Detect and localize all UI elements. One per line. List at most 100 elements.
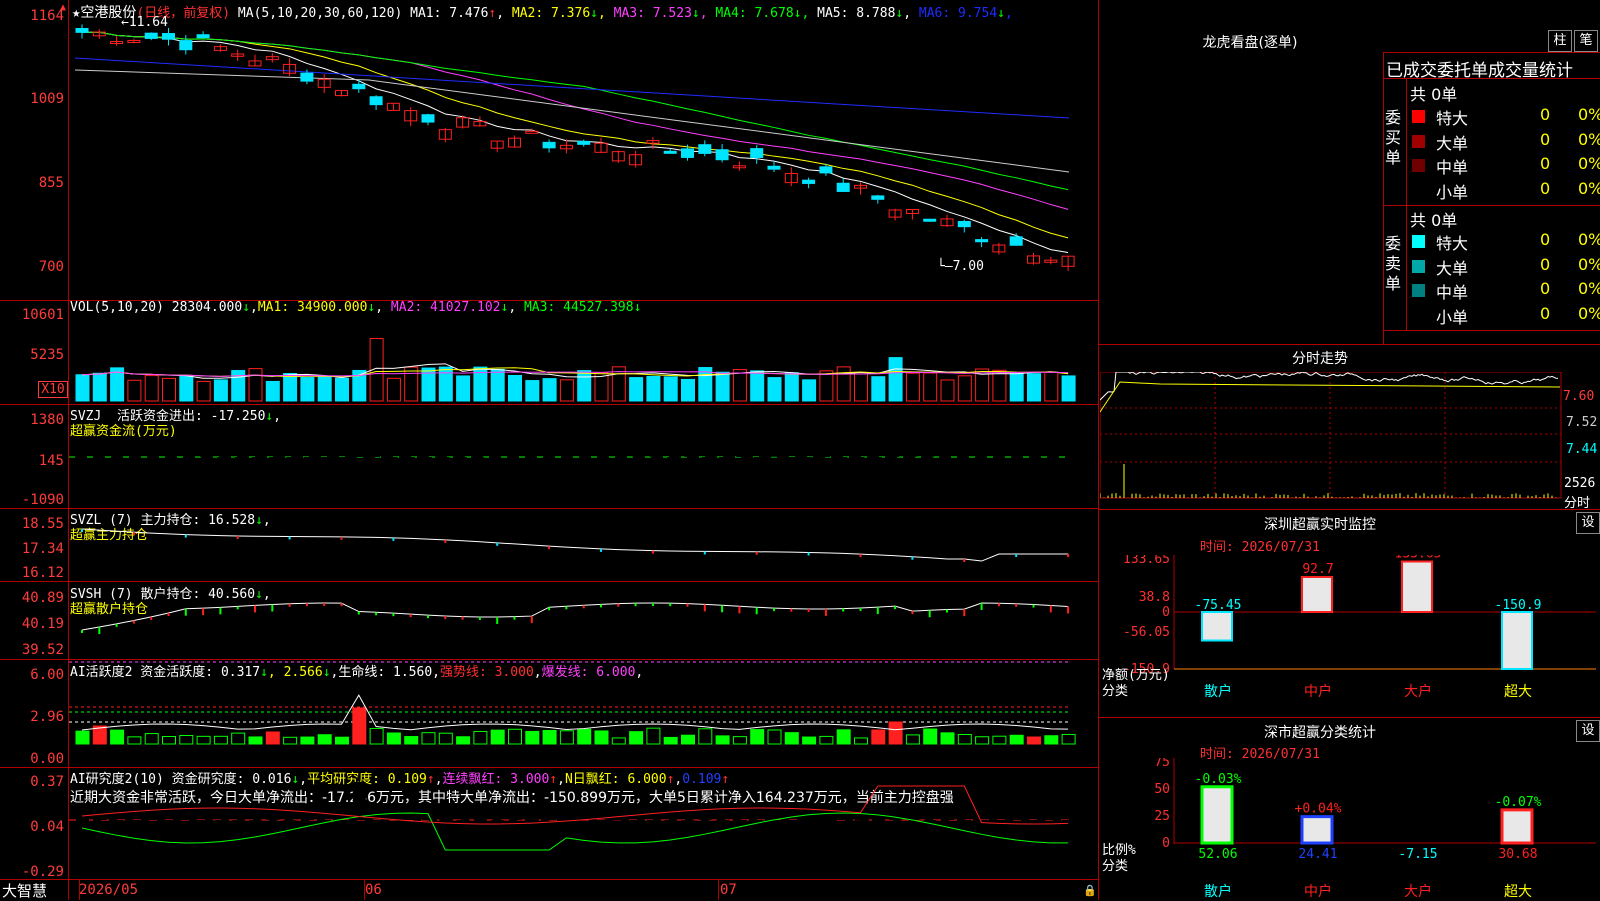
position-tick: [531, 616, 533, 623]
fund-flow-bar: [356, 409, 363, 457]
fund-flow-bar: [96, 457, 103, 462]
activity-bar: [405, 737, 418, 744]
research-line-red: [82, 786, 1068, 824]
volume-bar: [457, 376, 470, 401]
candle-body: [958, 222, 970, 227]
position-tick: [150, 617, 152, 620]
class-bar-chart[interactable]: 7550250-0.03%52.06散户+0.04%24.41中户-7.15大户…: [1100, 758, 1600, 900]
level-percent: 0%: [1578, 130, 1600, 149]
fund-flow-bar: [200, 455, 207, 457]
position-tick: [1067, 606, 1069, 613]
tab-tick-button[interactable]: 笔: [1574, 30, 1598, 52]
main-y-label: 700: [0, 259, 64, 275]
research-bar: [1028, 820, 1041, 824]
ai2-chart[interactable]: [69, 768, 1098, 879]
research-bar: [1062, 820, 1075, 822]
research-bar: [630, 820, 643, 827]
research-bar: [595, 820, 608, 825]
volume-bar: [855, 372, 868, 401]
position-tick: [963, 609, 965, 616]
date-tick: [364, 880, 365, 900]
svsh-y-label: 39.52: [0, 642, 64, 658]
fund-flow-bar: [304, 457, 311, 465]
fund-flow-bar: [650, 455, 657, 457]
activity-bar: [751, 730, 764, 744]
intraday-chart[interactable]: [1100, 372, 1562, 508]
level-color-swatch: [1412, 135, 1425, 148]
research-bar: [855, 818, 868, 820]
candle-body: [820, 167, 832, 173]
activity-bar: [768, 730, 781, 744]
position-tick: [842, 609, 844, 612]
candle-body: [924, 219, 936, 221]
volume-bar: [284, 374, 297, 401]
position-tick: [860, 554, 862, 557]
candle-body: [526, 131, 538, 133]
candle-body: [76, 28, 88, 32]
ai2-y-label: -0.29: [0, 864, 64, 880]
monitor-bar: [1302, 577, 1332, 612]
fund-flow-bar: [339, 457, 346, 458]
candle-body: [872, 196, 884, 199]
volume-bar: [906, 373, 919, 401]
svzl-chart[interactable]: [69, 509, 1098, 581]
candle-body: [422, 115, 434, 122]
fund-flow-bar: [1048, 457, 1055, 461]
ai2-y-label: 0.04: [0, 819, 64, 835]
monitor-y-label: 0: [1162, 605, 1170, 620]
vol-unit-badge: X10: [38, 381, 68, 398]
activity-bar: [543, 730, 556, 744]
research-bar: [336, 820, 349, 825]
monitor-bar-chart[interactable]: 133.6538.80-56.05-150.9-75.45散户92.7中户133…: [1100, 555, 1600, 715]
class-settings-button[interactable]: 设: [1576, 720, 1600, 742]
svzj-chart[interactable]: [69, 405, 1098, 508]
activity-bar: [318, 735, 331, 744]
research-bar: [682, 820, 695, 823]
activity-bar: [612, 738, 625, 744]
volume-bar: [1010, 374, 1023, 401]
volume-bar: [785, 373, 798, 401]
fund-flow-bar: [927, 455, 934, 457]
ai1-chart[interactable]: [69, 660, 1098, 767]
tab-bar-button[interactable]: 柱: [1548, 30, 1572, 52]
fund-flow-bar: [1013, 454, 1020, 457]
main-y-label: 1009: [0, 91, 64, 107]
volume-chart[interactable]: [69, 301, 1098, 404]
svzl-y-label: 18.55: [0, 516, 64, 532]
activity-bar: [630, 732, 643, 744]
volume-bar: [387, 378, 400, 401]
candle-body: [664, 151, 676, 153]
position-tick: [652, 603, 654, 606]
level-color-swatch: [1412, 110, 1425, 123]
research-bar: [958, 820, 971, 822]
activity-bar: [733, 737, 746, 744]
fund-flow-bar: [961, 454, 968, 457]
position-tick: [237, 536, 239, 539]
volume-bar: [716, 372, 729, 401]
position-tick: [289, 536, 291, 539]
research-bar: [180, 817, 193, 820]
monitor-y-label: 133.65: [1123, 555, 1170, 567]
position-tick: [548, 546, 550, 549]
svsh-chart[interactable]: [69, 582, 1098, 659]
level-color-swatch: [1412, 159, 1425, 172]
main-y-label: 1164: [0, 8, 64, 24]
retail-position-line: [82, 603, 1068, 630]
volume-bar: [993, 370, 1006, 401]
position-tick: [1067, 554, 1069, 557]
dragon-hline: [1383, 78, 1600, 79]
monitor-settings-button[interactable]: 设: [1576, 512, 1600, 534]
lock-icon[interactable]: 🔒: [1083, 884, 1097, 897]
volume-bar: [543, 379, 556, 401]
position-tick: [860, 608, 862, 611]
position-tick: [929, 610, 931, 617]
candlestick-chart[interactable]: ←11.64└—7.00: [69, 0, 1098, 300]
research-bar: [837, 818, 850, 820]
position-tick: [825, 609, 827, 616]
fund-flow-bar: [166, 457, 173, 487]
main-position-line: [82, 529, 1068, 561]
research-bar: [941, 818, 954, 820]
volume-bar: [768, 378, 781, 401]
fund-flow-bar: [788, 457, 795, 461]
left-area-border: [1098, 0, 1099, 900]
